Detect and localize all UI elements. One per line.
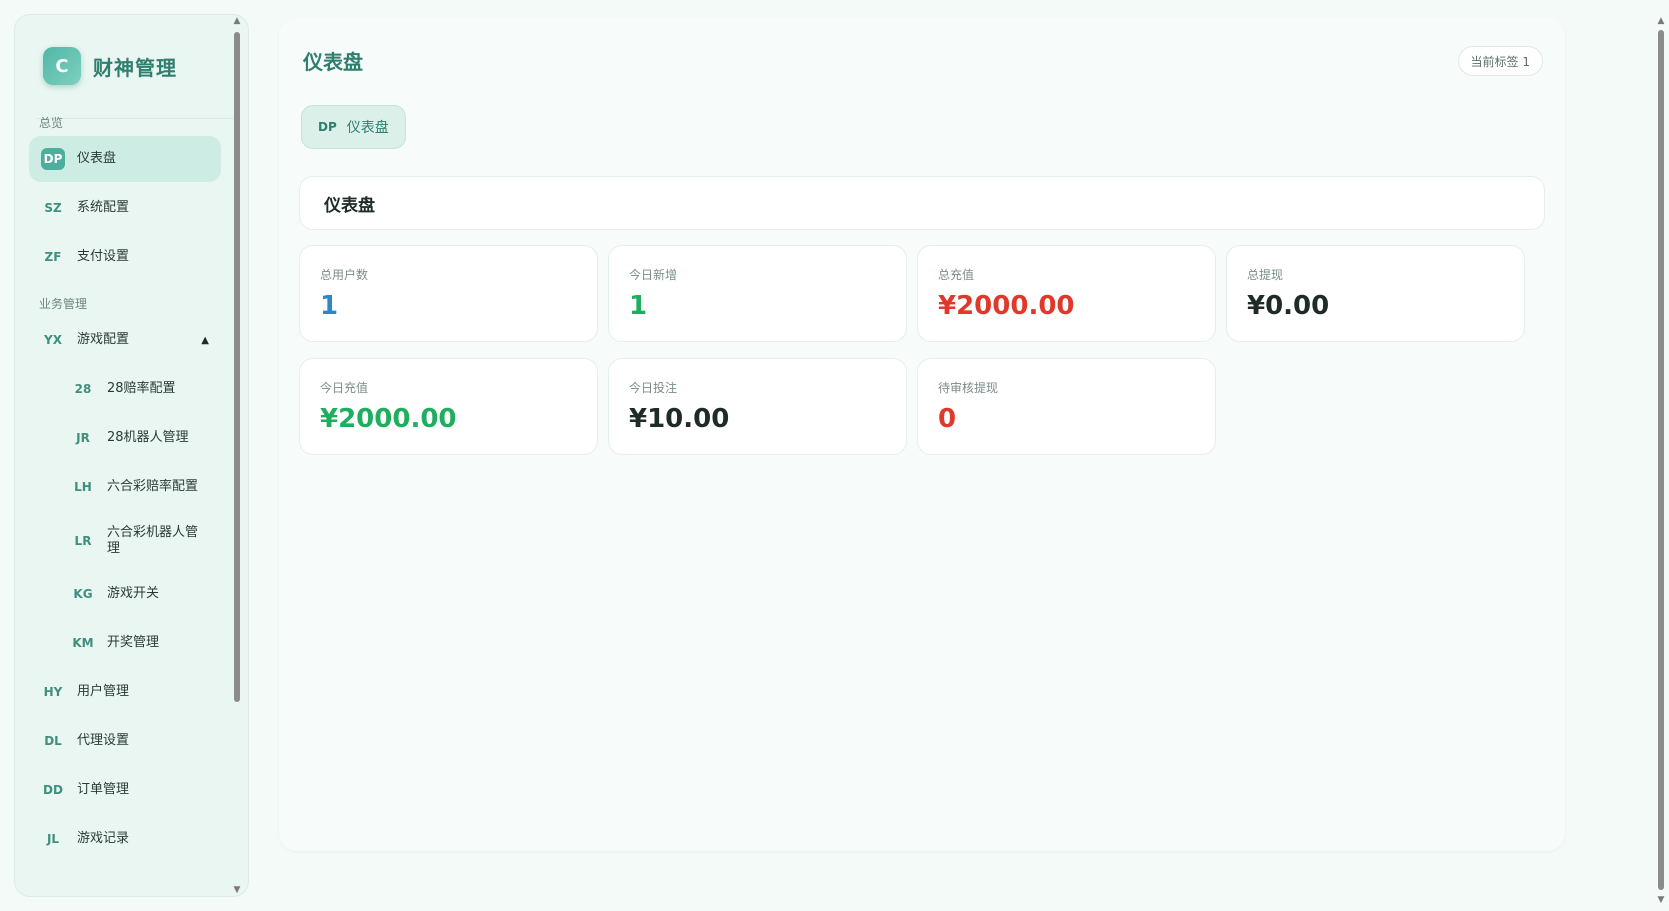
nav-code-badge: JL <box>46 832 60 846</box>
stat-card-total-withdraw: 总提现 ¥0.00 <box>1226 245 1525 342</box>
sidebar-item-label: 仪表盘 <box>77 151 117 166</box>
stat-card-new-today: 今日新增 1 <box>608 245 907 342</box>
sidebar-item-label: 28机器人管理 <box>107 430 189 445</box>
scroll-up-arrow-icon[interactable]: ▲ <box>232 16 242 26</box>
stat-value: 1 <box>320 291 339 321</box>
nav-code-badge: SZ <box>44 201 62 215</box>
nav-code-badge: KM <box>72 636 94 650</box>
tab-dashboard[interactable]: DP 仪表盘 <box>301 105 406 149</box>
sidebar-item-agent-settings[interactable]: DL 代理设置 <box>29 718 221 764</box>
stat-value: 1 <box>629 291 648 321</box>
sidebar-item-payment-settings[interactable]: ZF 支付设置 <box>29 234 221 280</box>
sidebar-item-label: 六合彩机器人管理 <box>107 525 199 556</box>
nav-code-badge: DD <box>43 783 63 797</box>
stat-label: 今日充值 <box>320 381 369 395</box>
sidebar-item-28-odds[interactable]: 28 28赔率配置 <box>59 366 221 412</box>
sidebar-item-label: 支付设置 <box>77 249 130 264</box>
current-tag-badge: 当前标签 1 <box>1457 46 1543 76</box>
sidebar-item-game-switch[interactable]: KG 游戏开关 <box>59 571 221 617</box>
section-label-overview: 总览 <box>39 116 64 130</box>
stat-value: ¥2000.00 <box>320 404 457 434</box>
sidebar-item-label: 28赔率配置 <box>107 381 176 396</box>
stat-value: 0 <box>938 404 957 434</box>
nav-code-badge: LH <box>74 480 92 494</box>
caret-up-icon[interactable]: ▲ <box>201 335 209 346</box>
sidebar-item-user-management[interactable]: HY 用户管理 <box>29 669 221 715</box>
scroll-down-arrow-icon[interactable]: ▼ <box>1655 895 1667 905</box>
sidebar-item-label: 游戏开关 <box>107 586 160 601</box>
stat-value: ¥0.00 <box>1247 291 1330 321</box>
sidebar-item-lhc-odds[interactable]: LH 六合彩赔率配置 <box>59 464 221 510</box>
section-label-business: 业务管理 <box>39 297 88 311</box>
stat-label: 今日投注 <box>629 381 678 395</box>
sidebar-item-lhc-robot[interactable]: LR 六合彩机器人管理 <box>59 513 221 569</box>
sidebar-scrollbar-thumb[interactable] <box>234 32 240 702</box>
section-title-card: 仪表盘 <box>299 176 1545 230</box>
nav-code-badge: 28 <box>74 382 92 396</box>
brand[interactable]: C 财神管理 <box>43 47 177 85</box>
sidebar-item-label: 用户管理 <box>77 684 130 699</box>
sidebar-item-system-config[interactable]: SZ 系统配置 <box>29 185 221 231</box>
tab-code-badge: DP <box>318 120 337 134</box>
stat-label: 今日新增 <box>629 268 678 282</box>
sidebar-item-game-records[interactable]: JL 游戏记录 <box>29 816 221 862</box>
nav-code-badge: HY <box>43 685 63 699</box>
stat-label: 总充值 <box>938 268 975 282</box>
sidebar-item-label: 开奖管理 <box>107 635 160 650</box>
sidebar-item-label: 游戏记录 <box>77 831 130 846</box>
tab-label: 仪表盘 <box>346 120 389 136</box>
sidebar-item-game-config[interactable]: YX 游戏配置 ▲ <box>29 317 221 363</box>
brand-logo-icon: C <box>43 47 81 85</box>
sidebar-item-28-robot[interactable]: JR 28机器人管理 <box>59 415 221 461</box>
stat-card-pending-withdraw: 待审核提现 0 <box>917 358 1216 455</box>
sidebar-item-dashboard[interactable]: DP 仪表盘 <box>29 136 221 182</box>
sidebar-scrollbar[interactable]: ▲ ▼ <box>232 14 242 897</box>
stat-label: 总提现 <box>1247 268 1284 282</box>
nav-code-badge: YX <box>44 333 62 347</box>
nav-code-badge: LR <box>74 534 92 548</box>
stat-card-total-recharge: 总充值 ¥2000.00 <box>917 245 1216 342</box>
nav-code-badge: DP <box>41 148 65 170</box>
stat-label: 总用户数 <box>320 268 369 282</box>
stat-card-today-bets: 今日投注 ¥10.00 <box>608 358 907 455</box>
sidebar-item-label: 六合彩赔率配置 <box>107 479 199 494</box>
stat-label: 待审核提现 <box>938 381 999 395</box>
sidebar-item-label: 游戏配置 <box>77 332 130 347</box>
main-panel: 仪表盘 当前标签 1 DP 仪表盘 仪表盘 总用户数 1 今日新增 1 总充值 … <box>279 18 1565 851</box>
sidebar-item-order-management[interactable]: DD 订单管理 <box>29 767 221 813</box>
stat-card-total-users: 总用户数 1 <box>299 245 598 342</box>
sidebar-item-label: 系统配置 <box>77 200 130 215</box>
nav-code-badge: DL <box>44 734 62 748</box>
nav-code-badge: KG <box>73 587 93 601</box>
page-scrollbar[interactable]: ▲ ▼ <box>1655 14 1667 905</box>
stat-value: ¥2000.00 <box>938 291 1075 321</box>
sidebar: C 财神管理 总览 DP 仪表盘 SZ 系统配置 ZF 支付设置 业务管理 YX… <box>14 14 249 897</box>
nav-code-badge: ZF <box>44 250 62 264</box>
page-title: 仪表盘 <box>303 50 363 74</box>
scroll-up-arrow-icon[interactable]: ▲ <box>1655 16 1667 26</box>
nav-code-badge: JR <box>76 431 90 445</box>
page-scrollbar-thumb[interactable] <box>1658 30 1664 890</box>
sidebar-item-draw-management[interactable]: KM 开奖管理 <box>59 620 221 666</box>
sidebar-item-label: 代理设置 <box>77 733 130 748</box>
brand-divider <box>37 118 235 119</box>
stat-card-today-recharge: 今日充值 ¥2000.00 <box>299 358 598 455</box>
stat-value: ¥10.00 <box>629 404 730 434</box>
scroll-down-arrow-icon[interactable]: ▼ <box>232 885 242 895</box>
brand-name: 财神管理 <box>93 55 177 80</box>
sidebar-item-label: 订单管理 <box>77 782 130 797</box>
